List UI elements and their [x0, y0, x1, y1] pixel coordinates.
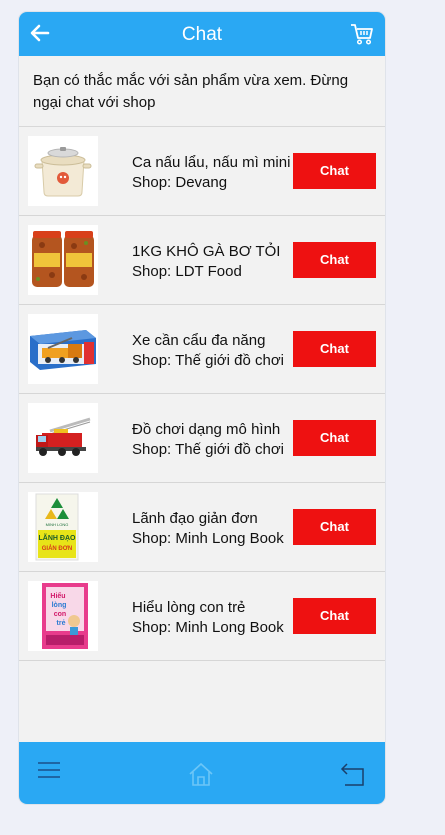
book-title-word4: trẻ: [57, 620, 66, 627]
book-title-word2: lòng: [52, 602, 67, 609]
chat-button[interactable]: Chat: [293, 153, 376, 189]
shop-name: Shop: Minh Long Book: [132, 619, 284, 636]
book-title-word1: Hiểu: [50, 592, 65, 600]
chat-button[interactable]: Chat: [293, 242, 376, 278]
product-info: Xe cần cẩu đa năng Shop: Thế giới đồ chơ…: [132, 331, 302, 371]
product-image: [28, 136, 98, 206]
product-info: Ca nấu lẩu, nấu mì mini Shop: Devang: [132, 153, 302, 193]
page-title: Chat: [181, 24, 223, 45]
product-chat-list: Ca nấu lẩu, nấu mì mini Shop: Devang Cha…: [19, 127, 385, 661]
bottom-nav-bar: [19, 742, 385, 804]
return-icon[interactable]: [339, 761, 367, 787]
home-icon[interactable]: [187, 761, 215, 787]
header-bar: Chat: [19, 12, 385, 56]
shop-name: Shop: Thế giới đồ chơi: [132, 352, 284, 369]
app-window: Chat Bạn có thắc mắc với sản phẩm vừa xe…: [19, 12, 385, 804]
chat-button[interactable]: Chat: [293, 331, 376, 367]
product-info: Đồ chơi dạng mô hình Shop: Thế giới đồ c…: [132, 420, 302, 460]
list-item: Đồ chơi dạng mô hình Shop: Thế giới đồ c…: [19, 394, 385, 483]
list-item: Hiểu lòng con trẻ Hiểu lòng con trẻ Shop…: [19, 572, 385, 661]
product-name: 1KG KHÔ GÀ BƠ TỎI: [132, 243, 281, 260]
chat-button[interactable]: Chat: [293, 420, 376, 456]
book-title-word3: con: [54, 611, 66, 618]
product-image: [28, 225, 98, 295]
book-title-line1: LÃNH ĐẠO: [39, 533, 76, 542]
list-item: Xe cần cẩu đa năng Shop: Thế giới đồ chơ…: [19, 305, 385, 394]
shop-name: Shop: Devang: [132, 174, 228, 191]
book-title-line2: GIẢN ĐƠN: [42, 545, 72, 552]
product-image: Hiểu lòng con trẻ: [28, 581, 98, 651]
product-name: Đồ chơi dạng mô hình: [132, 421, 281, 438]
product-name: Xe cần cẩu đa năng: [132, 332, 266, 349]
shop-name: Shop: LDT Food: [132, 263, 242, 280]
hamburger-menu-icon[interactable]: [37, 760, 61, 780]
shop-name: Shop: Thế giới đồ chơi: [132, 441, 284, 458]
product-image: MINH LONG LÃNH ĐẠO GIẢN ĐƠN: [28, 492, 98, 562]
product-image: [28, 314, 98, 384]
product-name: Hiểu lòng con trẻ: [132, 599, 246, 616]
list-item: 1KG KHÔ GÀ BƠ TỎI Shop: LDT Food Chat: [19, 216, 385, 305]
chat-button[interactable]: Chat: [293, 509, 376, 545]
list-item: Ca nấu lẩu, nấu mì mini Shop: Devang Cha…: [19, 127, 385, 216]
shop-name: Shop: Minh Long Book: [132, 530, 284, 547]
chat-button[interactable]: Chat: [293, 598, 376, 634]
product-image: [28, 403, 98, 473]
intro-text: Bạn có thắc mắc với sản phẩm vừa xem. Đừ…: [19, 56, 385, 127]
product-info: Hiểu lòng con trẻ Shop: Minh Long Book: [132, 598, 302, 638]
product-name: Ca nấu lẩu, nấu mì mini: [132, 154, 291, 171]
shopping-cart-icon[interactable]: [349, 21, 375, 47]
list-item: MINH LONG LÃNH ĐẠO GIẢN ĐƠN Lãnh đạo giả…: [19, 483, 385, 572]
product-info: Lãnh đạo giản đơn Shop: Minh Long Book: [132, 509, 302, 549]
product-info: 1KG KHÔ GÀ BƠ TỎI Shop: LDT Food: [132, 242, 302, 282]
book-brand: MINH LONG: [46, 522, 69, 527]
product-name: Lãnh đạo giản đơn: [132, 510, 258, 527]
